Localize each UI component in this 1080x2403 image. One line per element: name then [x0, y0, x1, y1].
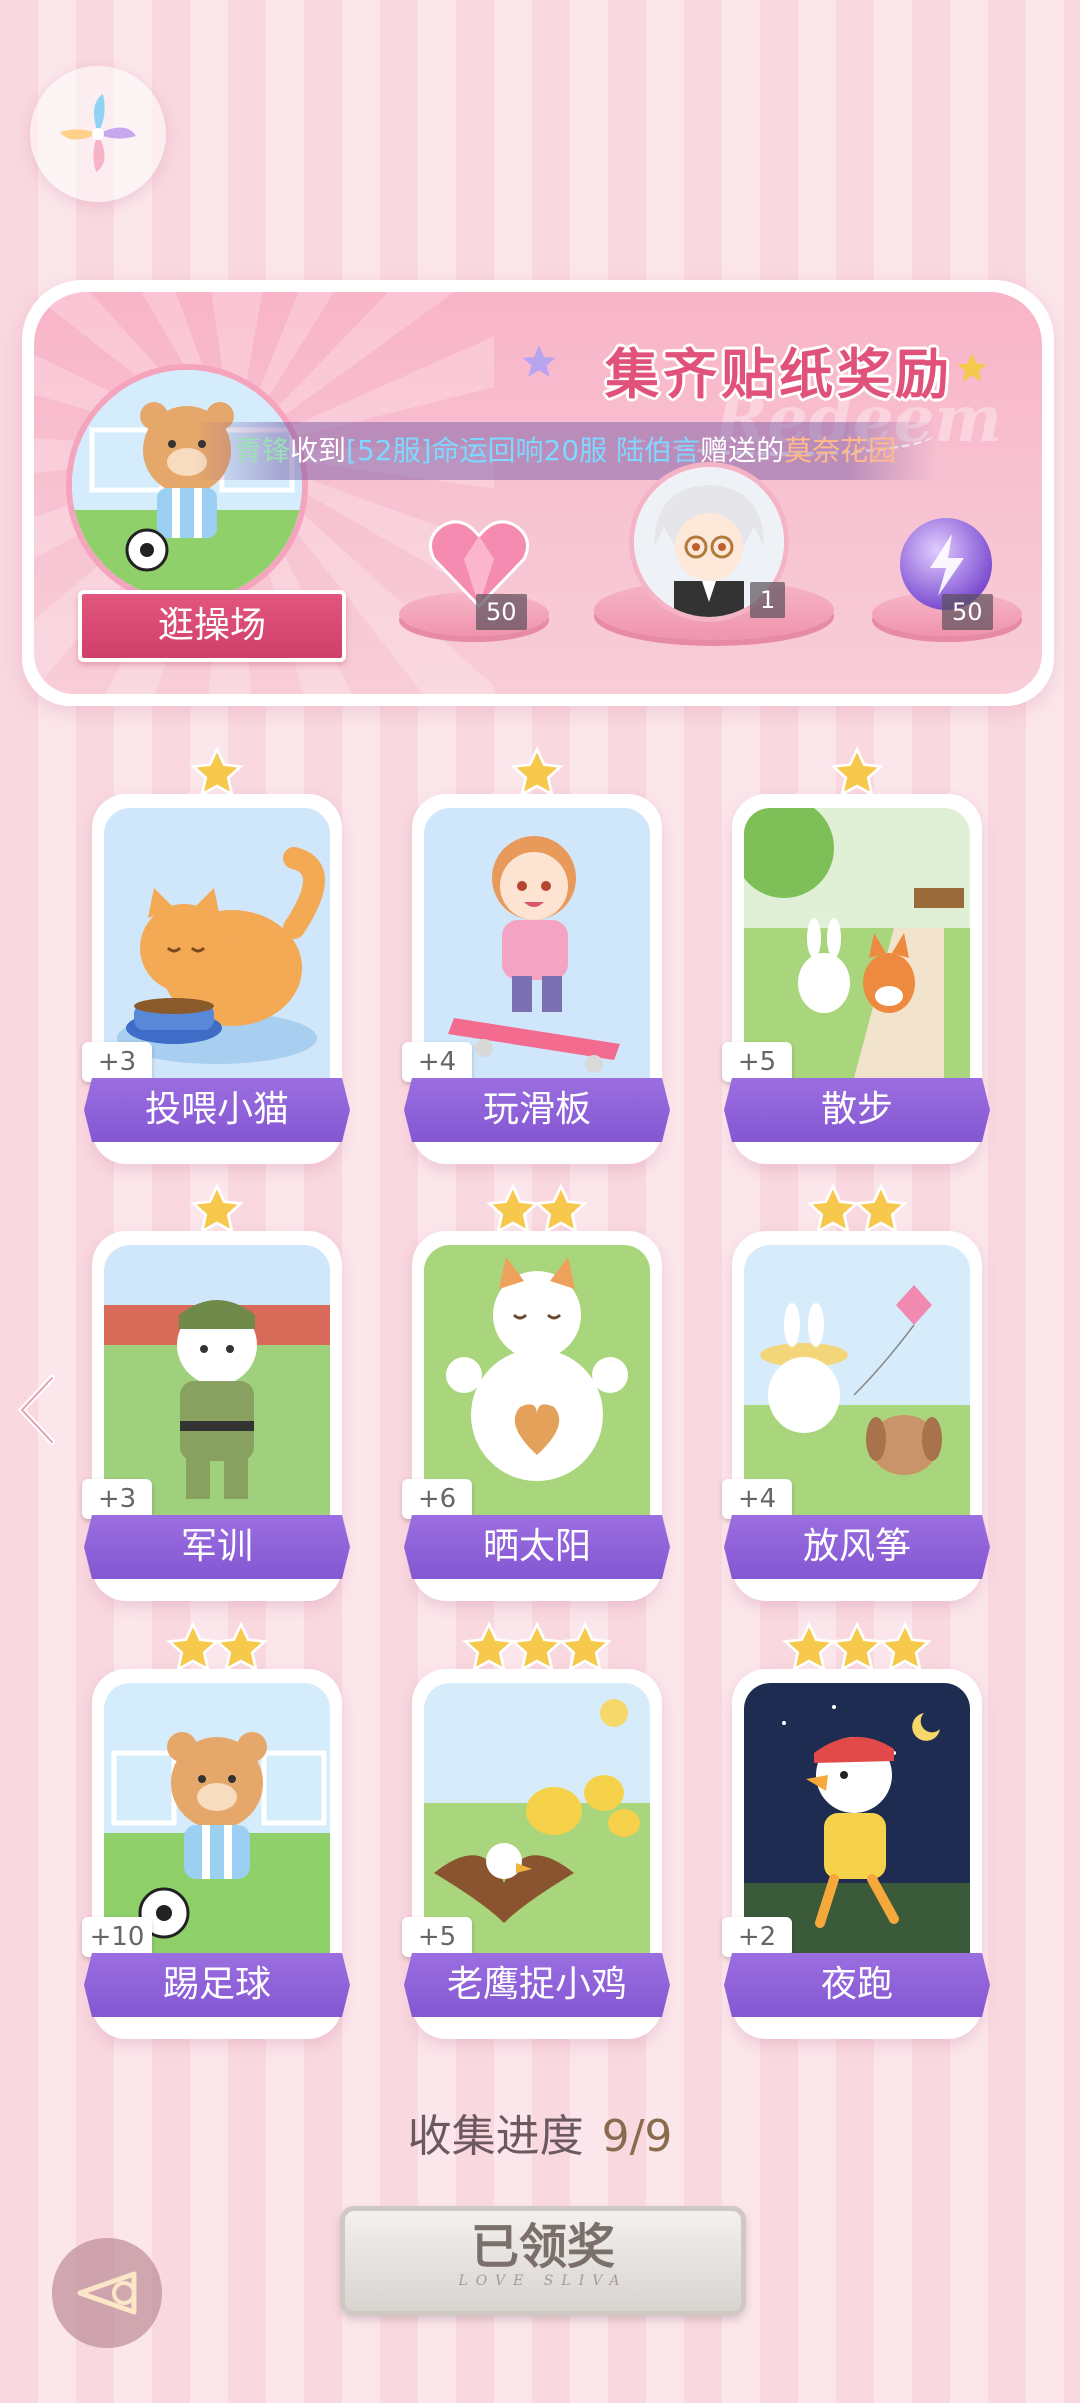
points-badge: +3 — [82, 1042, 152, 1082]
collection-progress: 收集进度 9/9 — [0, 2100, 1080, 2164]
broadcast-marquee: 青锋收到[52服]命运回响20服 陆伯言赠送的莫奈花园 — [194, 422, 937, 480]
points-badge: +5 — [402, 1917, 472, 1957]
star-icon — [534, 1183, 588, 1234]
card-stars — [732, 1621, 982, 1681]
sticker-card[interactable]: +4 玩滑板 — [402, 746, 670, 1164]
card-label: 夜跑 — [724, 1953, 990, 2017]
star-icon — [190, 746, 244, 797]
points-badge: +5 — [722, 1042, 792, 1082]
card-art-cat-eating — [104, 808, 330, 1078]
card-stars — [732, 746, 982, 806]
sticker-card[interactable]: +10 踢足球 — [82, 1621, 350, 2039]
star-icon — [854, 1183, 908, 1234]
reward-count: 50 — [942, 594, 993, 630]
sticker-card[interactable]: +3 投喂小猫 — [82, 746, 350, 1164]
card-stars — [92, 1621, 342, 1681]
claimed-button[interactable]: 已领奖 LOVE SLIVA — [340, 2206, 746, 2316]
points-badge: +4 — [722, 1479, 792, 1519]
card-stars — [412, 1621, 662, 1681]
card-stars — [92, 746, 342, 806]
chevron-left-icon[interactable] — [14, 1372, 58, 1448]
card-label: 军训 — [84, 1515, 350, 1579]
claimed-button-subtitle: LOVE SLIVA — [458, 2273, 628, 2289]
sticker-card[interactable]: +5 老鹰捉小鸡 — [402, 1621, 670, 2039]
star-icon — [558, 1621, 612, 1672]
points-badge: +4 — [402, 1042, 472, 1082]
progress-label: 收集进度 — [407, 2111, 584, 2162]
card-art-cat-sunbathing — [424, 1245, 650, 1515]
card-art-bunny-kite — [744, 1245, 970, 1515]
card-stars — [92, 1183, 342, 1243]
card-label: 投喂小猫 — [84, 1078, 350, 1142]
card-label: 散步 — [724, 1078, 990, 1142]
card-stars — [412, 1183, 662, 1243]
star-icon — [510, 1621, 564, 1672]
star-icon — [462, 1621, 516, 1672]
back-button[interactable] — [48, 2234, 166, 2352]
card-label: 晒太阳 — [404, 1515, 670, 1579]
banner-title: 集齐贴纸奖励 — [605, 343, 953, 406]
sticker-card[interactable]: +6 晒太阳 — [402, 1183, 670, 1601]
star-icon — [957, 353, 987, 382]
star-icon — [522, 345, 556, 377]
card-art-bunny-fox-walk — [744, 808, 970, 1078]
reward-count: 50 — [476, 594, 527, 630]
star-icon — [806, 1183, 860, 1234]
reward-banner: Redeem 集齐贴纸奖励 逛操场 青锋收到[52服]命运回响20服 陆伯言赠送… — [22, 280, 1054, 706]
event-label[interactable]: 逛操场 — [78, 590, 346, 662]
points-badge: +10 — [82, 1917, 152, 1957]
points-badge: +3 — [82, 1479, 152, 1519]
star-icon — [510, 746, 564, 797]
card-label: 放风筝 — [724, 1515, 990, 1579]
star-icon — [190, 1183, 244, 1234]
sticker-card[interactable]: +4 放风筝 — [722, 1183, 990, 1601]
star-icon — [214, 1621, 268, 1672]
card-label: 老鹰捉小鸡 — [404, 1953, 670, 2017]
star-icon — [830, 746, 884, 797]
star-icon — [782, 1621, 836, 1672]
card-art-girl-skateboard — [424, 808, 650, 1078]
card-stars — [412, 746, 662, 806]
sticker-card[interactable]: +2 夜跑 — [722, 1621, 990, 2039]
card-art-eagle-chicks — [424, 1683, 650, 1953]
star-icon — [486, 1183, 540, 1234]
card-label: 踢足球 — [84, 1953, 350, 2017]
reward-count: 1 — [750, 582, 786, 618]
points-badge: +2 — [722, 1917, 792, 1957]
star-icon — [830, 1621, 884, 1672]
app-logo-button[interactable] — [30, 66, 166, 202]
star-icon — [878, 1621, 932, 1672]
card-art-bear-soccer — [104, 1683, 330, 1953]
event-medal — [72, 370, 302, 600]
card-art-duck-night-run — [744, 1683, 970, 1953]
card-art-cat-soldier — [104, 1245, 330, 1515]
star-icon — [166, 1621, 220, 1672]
points-badge: +6 — [402, 1479, 472, 1519]
card-label: 玩滑板 — [404, 1078, 670, 1142]
progress-value: 9/9 — [601, 2111, 673, 2162]
sticker-card[interactable]: +3 军训 — [82, 1183, 350, 1601]
sticker-card[interactable]: +5 散步 — [722, 746, 990, 1164]
card-stars — [732, 1183, 982, 1243]
pinwheel-icon — [60, 94, 136, 172]
